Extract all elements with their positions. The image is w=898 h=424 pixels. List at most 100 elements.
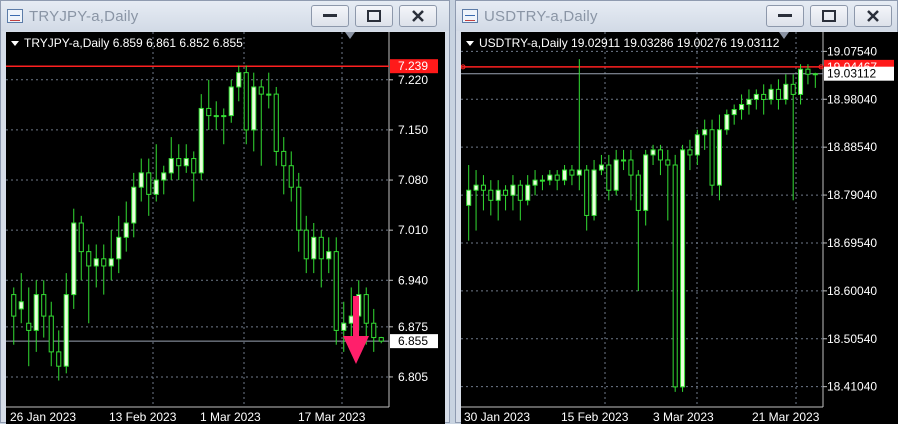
candle-body [598, 164, 604, 171]
chart-canvas[interactable]: 7.220 7.150 7.080 7.010 6.940 6.875 6.805 26 Ja… [6, 32, 445, 424]
chart-info-label: USDTRY-a,Daily 19.02911 19.03286 19.0027… [479, 36, 780, 50]
candle-body [206, 107, 212, 117]
date-axis-label: 13 Feb 2023 [109, 410, 177, 424]
candle-body [183, 158, 189, 167]
close-button[interactable] [399, 5, 437, 27]
candle-body [41, 294, 47, 317]
window-title: TRYJPY-a,Daily [29, 8, 139, 25]
candle-body [635, 174, 641, 211]
price-axis-label: 19.07540 [827, 44, 877, 58]
candle-body [709, 129, 715, 186]
current-price-label: 6.855 [398, 334, 428, 348]
price-axis-label: 7.080 [398, 173, 428, 187]
window-titlebar[interactable]: TRYJPY-a,Daily [1, 1, 449, 31]
window-title: USDTRY-a,Daily [484, 8, 598, 25]
candlestick-chart[interactable]: 19.07540 18.98040 18.88540 18.79040 18.69540… [461, 32, 898, 424]
candle-body [63, 294, 69, 367]
price-axis-label: 18.88540 [827, 140, 877, 154]
candle-body [116, 236, 122, 260]
window-titlebar[interactable]: USDTRY-a,Daily [456, 1, 897, 31]
price-axis-label: 18.50540 [827, 332, 877, 346]
candle-body [562, 169, 568, 181]
candle-body [288, 165, 294, 188]
candle-body [108, 258, 114, 267]
candle-body [768, 88, 774, 100]
chart-menu-icon[interactable] [11, 41, 19, 46]
candle-body [539, 179, 545, 182]
date-axis-label: 26 Jan 2023 [10, 410, 76, 424]
close-button[interactable] [854, 5, 892, 27]
maximize-icon [822, 10, 836, 22]
candle-body [687, 149, 693, 156]
candle-body [341, 322, 347, 331]
candle-body [650, 149, 656, 156]
candle-body [78, 222, 84, 253]
price-axis-label: 7.150 [398, 123, 428, 137]
minimize-button[interactable] [766, 5, 804, 27]
candle-body [11, 294, 17, 317]
candle-body [694, 134, 700, 156]
candle-body [273, 93, 279, 152]
maximize-button[interactable] [810, 5, 848, 27]
price-axis-label: 18.69540 [827, 236, 877, 250]
candle-body [326, 251, 332, 260]
candle-body [251, 86, 257, 131]
candle-body [628, 159, 634, 176]
chart-canvas[interactable]: 19.07540 18.98040 18.88540 18.79040 18.69540… [461, 32, 898, 424]
candle-body [266, 93, 272, 96]
chart-menu-icon[interactable] [466, 41, 474, 46]
chart-shift-marker-icon[interactable] [345, 32, 355, 39]
candle-body [503, 189, 509, 196]
candle-body [591, 169, 597, 216]
candle-body [473, 184, 479, 191]
price-axis-label: 18.79040 [827, 188, 877, 202]
date-axis-label: 15 Feb 2023 [561, 410, 629, 424]
price-axis-label: 7.010 [398, 223, 428, 237]
candle-body [510, 184, 516, 196]
candle-body [48, 315, 54, 353]
candle-body [236, 72, 242, 88]
candle-body [746, 98, 752, 106]
chart-window-icon [7, 9, 23, 23]
chart-shift-marker-icon[interactable] [779, 32, 789, 39]
candle-body [761, 93, 767, 100]
candle-body [71, 222, 77, 296]
price-axis-label: 18.98040 [827, 92, 877, 106]
candle-body [153, 179, 159, 195]
candle-body [665, 159, 671, 166]
maximize-button[interactable] [355, 5, 393, 27]
candle-body [228, 86, 234, 117]
candle-body [724, 114, 730, 131]
minimize-icon [778, 14, 792, 17]
candle-body [311, 236, 317, 260]
arrow-annotation-shaft[interactable] [353, 296, 359, 340]
candle-body [161, 172, 167, 181]
minimize-button[interactable] [311, 5, 349, 27]
candle-body [93, 258, 99, 267]
candle-body [775, 88, 781, 100]
candle-body [532, 179, 538, 186]
candle-body [26, 322, 32, 331]
price-axis-label: 7.220 [398, 73, 428, 87]
down-arrow-icon[interactable] [343, 336, 369, 364]
candle-body [790, 83, 796, 95]
current-price-label: 19.03112 [827, 67, 876, 81]
candle-body [243, 72, 249, 131]
date-axis-label: 21 Mar 2023 [752, 410, 820, 424]
candle-body [716, 129, 722, 186]
close-icon [867, 10, 879, 22]
maximize-icon [367, 10, 381, 22]
date-axis-label: 1 Mar 2023 [200, 410, 261, 424]
candle-body [191, 158, 197, 174]
usdtry-chart-window[interactable]: USDTRY-a,Daily 19.07540 18.98040 18.88540 1… [455, 0, 898, 424]
candle-body [146, 172, 152, 195]
candle-body [480, 184, 486, 191]
candle-body [86, 251, 92, 267]
candle-body [333, 251, 339, 331]
candlestick-chart[interactable]: 7.220 7.150 7.080 7.010 6.940 6.875 6.805 26 Ja… [6, 32, 445, 424]
candle-body [783, 83, 789, 100]
candle-body [296, 186, 302, 231]
tryjpy-chart-window[interactable]: TRYJPY-a,Daily 7.220 7.150 7.080 7.010 6.940… [0, 0, 450, 424]
candle-body [138, 172, 144, 188]
candle-body [281, 150, 287, 167]
